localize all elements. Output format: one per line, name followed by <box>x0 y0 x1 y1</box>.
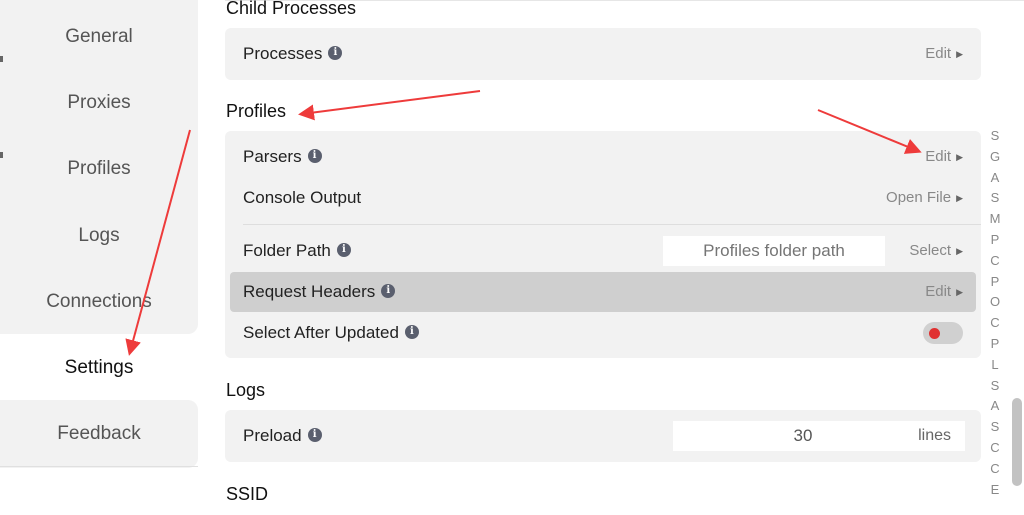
scrollbar-thumb[interactable] <box>1012 398 1022 486</box>
row-separator <box>243 224 981 225</box>
parsers-edit-button[interactable]: Edit ▶ <box>925 137 963 177</box>
index-letter[interactable]: S <box>985 188 1005 209</box>
index-letter[interactable]: P <box>985 272 1005 293</box>
parsers-row: Parsers i Edit ▶ <box>225 137 981 177</box>
sidebar-item-logs[interactable]: Logs <box>0 216 198 256</box>
caret-right-icon: ▶ <box>956 49 963 59</box>
index-letter[interactable]: P <box>985 334 1005 355</box>
info-icon[interactable]: i <box>381 283 396 298</box>
index-letter[interactable]: A <box>985 396 1005 417</box>
caret-right-icon: ▶ <box>956 287 963 297</box>
preload-label-text: Preload <box>243 426 302 445</box>
sidebar-item-settings[interactable]: Settings <box>0 348 198 388</box>
preload-value: 30 <box>793 426 813 445</box>
index-letter[interactable]: A <box>985 168 1005 189</box>
info-icon[interactable]: i <box>404 324 419 339</box>
parsers-label: Parsers i <box>243 137 322 177</box>
processes-row: Processes i Edit ▶ <box>225 34 981 74</box>
index-letter[interactable]: S <box>985 417 1005 438</box>
index-letter[interactable]: S <box>985 126 1005 147</box>
index-letter[interactable]: L <box>985 355 1005 376</box>
select-after-updated-label-text: Select After Updated <box>243 323 399 342</box>
caret-right-icon: ▶ <box>956 152 963 162</box>
folder-path-row: Folder Path i Select ▶ <box>225 231 981 271</box>
console-output-row: Console Output Open File ▶ <box>225 178 981 218</box>
processes-edit-label: Edit <box>925 45 952 62</box>
index-letter[interactable]: P <box>985 230 1005 251</box>
sidebar-divider <box>0 466 198 467</box>
preload-unit: lines <box>918 427 951 444</box>
info-icon[interactable]: i <box>336 242 351 257</box>
child-processes-card: Processes i Edit ▶ <box>225 28 981 80</box>
processes-label: Processes i <box>243 34 343 74</box>
select-after-updated-label: Select After Updated i <box>243 313 419 353</box>
caret-right-icon: ▶ <box>956 193 963 203</box>
preload-label: Preload i <box>243 416 322 456</box>
caret-right-icon: ▶ <box>956 246 963 256</box>
index-letter[interactable]: C <box>985 313 1005 334</box>
section-index: SGASMPCPOCPLSASCCE <box>985 126 1005 500</box>
select-after-updated-row: Select After Updated i <box>225 313 981 353</box>
index-letter[interactable]: E <box>985 480 1005 501</box>
select-folder-label: Select <box>909 242 952 259</box>
section-title-profiles: Profiles <box>226 101 287 121</box>
open-file-label: Open File <box>886 189 952 206</box>
parsers-edit-label: Edit <box>925 148 952 165</box>
section-title-logs: Logs <box>226 380 266 400</box>
folder-path-input[interactable] <box>663 236 885 266</box>
console-output-label: Console Output <box>243 188 362 207</box>
index-letter[interactable]: S <box>985 376 1005 397</box>
section-title-ssid: SSID <box>226 484 269 504</box>
sidebar: General Proxies Profiles Logs Connection… <box>0 0 200 515</box>
request-headers-label: Request Headers i <box>243 272 396 312</box>
toggle-knob <box>929 328 940 339</box>
request-headers-edit-button[interactable]: Edit ▶ <box>925 272 963 312</box>
preload-input[interactable]: 30 lines <box>673 421 965 451</box>
request-headers-edit-label: Edit <box>925 283 952 300</box>
request-headers-row: Request Headers i Edit ▶ <box>230 272 976 312</box>
select-folder-button[interactable]: Select ▶ <box>909 231 963 271</box>
index-letter[interactable]: M <box>985 209 1005 230</box>
index-letter[interactable]: C <box>985 438 1005 459</box>
open-file-button[interactable]: Open File ▶ <box>886 178 963 218</box>
info-icon[interactable]: i <box>328 45 343 60</box>
preload-row: Preload i 30 lines <box>225 416 981 456</box>
select-after-updated-toggle[interactable] <box>923 322 963 344</box>
section-title-child-processes: Child Processes <box>226 0 357 18</box>
index-letter[interactable]: G <box>985 147 1005 168</box>
info-icon[interactable]: i <box>307 148 322 163</box>
request-headers-label-text: Request Headers <box>243 282 376 301</box>
sidebar-item-feedback[interactable]: Feedback <box>0 414 198 454</box>
profiles-card: Parsers i Edit ▶ Console Output Open File ▶… <box>225 131 981 358</box>
parsers-label-text: Parsers <box>243 147 302 166</box>
info-icon[interactable]: i <box>307 427 322 442</box>
annotation-arrow <box>298 90 481 121</box>
logs-card: Preload i 30 lines <box>225 410 981 462</box>
index-letter[interactable]: O <box>985 292 1005 313</box>
index-letter[interactable]: C <box>985 251 1005 272</box>
processes-label-text: Processes <box>243 44 323 63</box>
index-letter[interactable]: C <box>985 459 1005 480</box>
sidebar-item-proxies[interactable]: Proxies <box>0 83 198 123</box>
processes-edit-button[interactable]: Edit ▶ <box>925 34 963 74</box>
sidebar-item-connections[interactable]: Connections <box>0 282 198 322</box>
folder-path-label-text: Folder Path <box>243 241 331 260</box>
folder-path-label: Folder Path i <box>243 231 351 271</box>
sidebar-item-profiles[interactable]: Profiles <box>0 149 198 189</box>
sidebar-item-general[interactable]: General <box>0 17 198 57</box>
